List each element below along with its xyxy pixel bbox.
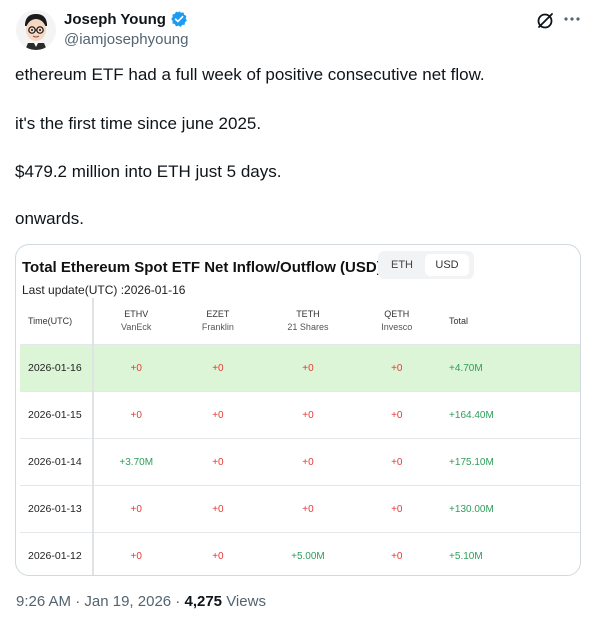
cell-teth: +0	[257, 438, 359, 486]
author-handle[interactable]: @iamjosephyoung	[64, 31, 188, 48]
tweet-text-line-4: onwards.	[15, 209, 84, 228]
table-row: 2026-01-14 +3.70M +0 +0 +0 +175.10M	[20, 438, 580, 486]
cell-qeth: +0	[358, 391, 436, 439]
cell-ezet: +0	[178, 532, 258, 575]
header-time: Time(UTC)	[20, 298, 94, 345]
cell-teth: +0	[257, 485, 359, 533]
avatar[interactable]	[16, 10, 56, 50]
header-teth: TETH 21 Shares	[287, 309, 329, 332]
table-header-row: Time(UTC) ETHV VanEck EZET Franklin TETH 21…	[20, 298, 580, 345]
author-name-row[interactable]: Joseph Young	[64, 10, 188, 28]
cell-ethv: +0	[93, 532, 179, 575]
attached-image[interactable]: Total Ethereum Spot ETF Net Inflow/Outfl…	[15, 244, 581, 576]
cell-date: 2026-01-14	[20, 438, 94, 486]
views-label: Views	[222, 593, 266, 610]
card-title: Total Ethereum Spot ETF Net Inflow/Outfl…	[22, 259, 382, 276]
table-row: 2026-01-16 +0 +0 +0 +0 +4.70M	[20, 344, 580, 392]
cell-teth: +0	[257, 344, 359, 392]
views-count: 4,275	[184, 593, 223, 610]
cell-teth: +5.00M	[257, 532, 359, 575]
tweet-text-line-1: ethereum ETF had a full week of positive…	[15, 65, 485, 84]
meta-separator: ·	[71, 593, 85, 610]
toggle-usd: USD	[425, 254, 469, 276]
cell-ethv: +0	[93, 485, 179, 533]
meta-separator: ·	[171, 593, 185, 610]
cell-ezet: +0	[178, 391, 258, 439]
cell-total: +5.10M	[435, 532, 580, 575]
cell-ezet: +0	[178, 485, 258, 533]
table-row: 2026-01-12 +0 +0 +5.00M +0 +5.10M	[20, 532, 580, 575]
tweet-text-line-3: $479.2 million into ETH just 5 days.	[15, 162, 282, 181]
cell-total: +4.70M	[435, 344, 580, 392]
cell-total: +130.00M	[435, 485, 580, 533]
unit-toggle: ETH USD	[378, 251, 474, 279]
more-icon[interactable]	[562, 9, 582, 29]
cell-ezet: +0	[178, 344, 258, 392]
header-total: Total	[449, 315, 469, 326]
grok-icon[interactable]	[536, 12, 554, 30]
post-date[interactable]: Jan 19, 2026	[84, 593, 171, 610]
tweet-text-line-2: it's the first time since june 2025.	[15, 114, 262, 133]
cell-ethv: +3.70M	[93, 438, 179, 486]
table-row: 2026-01-15 +0 +0 +0 +0 +164.40M	[20, 391, 580, 439]
verified-badge-icon	[170, 10, 188, 28]
table-row: 2026-01-13 +0 +0 +0 +0 +130.00M	[20, 485, 580, 533]
post-time[interactable]: 9:26 AM	[16, 593, 71, 610]
cell-qeth: +0	[358, 532, 436, 575]
cell-qeth: +0	[358, 344, 436, 392]
author-display-name[interactable]: Joseph Young	[64, 11, 166, 28]
tweet-meta: 9:26 AM · Jan 19, 2026 · 4,275 Views	[16, 593, 266, 610]
cell-qeth: +0	[358, 485, 436, 533]
cell-ethv: +0	[93, 344, 179, 392]
header-ethv: ETHV VanEck	[121, 309, 152, 332]
cell-qeth: +0	[358, 438, 436, 486]
cell-total: +164.40M	[435, 391, 580, 439]
toggle-eth: ETH	[391, 259, 413, 271]
cell-date: 2026-01-12	[20, 532, 94, 575]
last-update: Last update(UTC) :2026-01-16	[22, 283, 186, 297]
etf-flow-table: Time(UTC) ETHV VanEck EZET Franklin TETH 21…	[20, 298, 580, 575]
cell-date: 2026-01-16	[20, 344, 94, 392]
cell-total: +175.10M	[435, 438, 580, 486]
cell-ethv: +0	[93, 391, 179, 439]
header-ezet: EZET Franklin	[201, 309, 234, 332]
cell-date: 2026-01-15	[20, 391, 94, 439]
header-qeth: QETH Invesco	[381, 309, 413, 332]
cell-ezet: +0	[178, 438, 258, 486]
cell-date: 2026-01-13	[20, 485, 94, 533]
cell-teth: +0	[257, 391, 359, 439]
